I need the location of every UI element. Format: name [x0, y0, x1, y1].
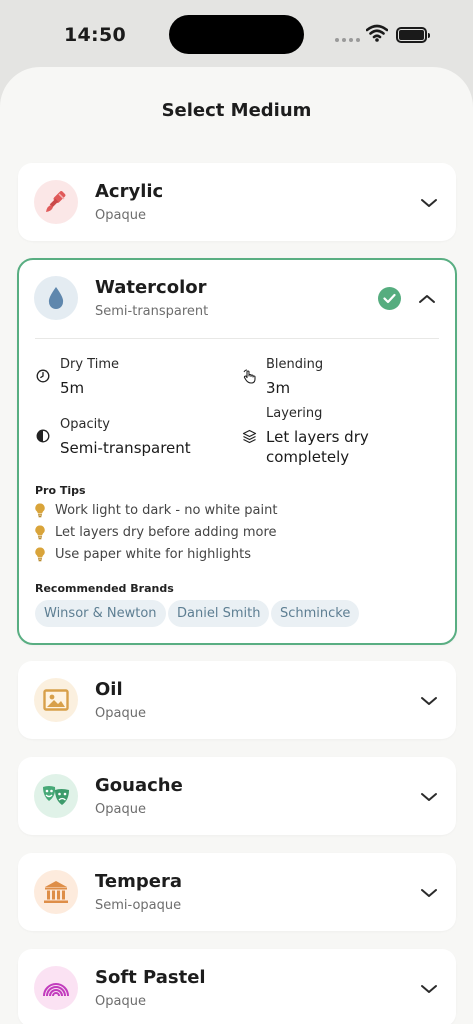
divider	[35, 338, 439, 339]
property-label: Opacity	[60, 417, 111, 432]
medium-card-gouache[interactable]: Gouache Opaque	[18, 757, 456, 835]
medium-subtitle: Opaque	[95, 706, 146, 721]
cellular-signal-icon	[335, 38, 360, 42]
blending-property: Blending 3m	[241, 357, 431, 401]
pro-tips-title: Pro Tips	[35, 484, 86, 497]
property-value: 3m	[266, 379, 291, 397]
layering-property: Layering Let layers dry completely	[241, 406, 431, 470]
sheet-title: Select Medium	[161, 100, 312, 121]
property-value: 5m	[60, 379, 85, 397]
status-bar: 14:50	[0, 0, 473, 70]
property-value: Let layers dry completely	[266, 428, 369, 466]
medium-card-watercolor[interactable]: Watercolor Semi-transparent Dry Time 5m …	[17, 258, 457, 645]
medium-card-tempera[interactable]: Tempera Semi-opaque	[18, 853, 456, 931]
lightbulb-icon	[35, 503, 45, 518]
chevron-down-icon[interactable]	[418, 882, 440, 904]
tip-text: Use paper white for highlights	[55, 547, 252, 562]
rainbow-icon	[34, 966, 78, 1010]
chevron-down-icon[interactable]	[418, 192, 440, 214]
theater-masks-icon	[34, 774, 78, 818]
chevron-up-icon[interactable]	[416, 288, 438, 310]
medium-name: Tempera	[95, 871, 182, 892]
medium-subtitle: Opaque	[95, 802, 146, 817]
property-label: Blending	[266, 357, 324, 372]
medium-subtitle: Semi-opaque	[95, 898, 182, 913]
medium-subtitle: Semi-transparent	[95, 304, 209, 319]
chevron-down-icon[interactable]	[418, 978, 440, 1000]
brand-chip[interactable]: Winsor & Newton	[35, 600, 166, 627]
medium-picker-sheet: Select Medium Acrylic Opaque Watercolor …	[0, 67, 473, 1024]
property-label: Dry Time	[60, 357, 119, 372]
clock-icon	[35, 368, 51, 384]
paintbrush-icon	[34, 180, 78, 224]
brand-chip[interactable]: Schmincke	[271, 600, 360, 627]
medium-name: Gouache	[95, 775, 183, 796]
medium-subtitle: Opaque	[95, 994, 146, 1009]
picture-frame-icon	[34, 678, 78, 722]
tip-text: Let layers dry before adding more	[55, 525, 277, 540]
dynamic-island	[169, 15, 304, 54]
classical-building-icon	[34, 870, 78, 914]
medium-card-oil[interactable]: Oil Opaque	[18, 661, 456, 739]
chevron-down-icon[interactable]	[418, 690, 440, 712]
status-time: 14:50	[64, 24, 126, 46]
hand-pointer-icon	[241, 368, 257, 384]
medium-name: Soft Pastel	[95, 967, 206, 988]
lightbulb-icon	[35, 547, 45, 562]
medium-subtitle: Opaque	[95, 208, 146, 223]
medium-name: Oil	[95, 679, 123, 700]
lightbulb-icon	[35, 525, 45, 540]
medium-card-soft-pastel[interactable]: Soft Pastel Opaque	[18, 949, 456, 1024]
property-label: Layering	[266, 406, 323, 421]
recommended-brands-title: Recommended Brands	[35, 582, 174, 595]
dry-time-property: Dry Time 5m	[35, 357, 225, 401]
layers-icon	[241, 428, 257, 444]
battery-icon	[396, 27, 430, 43]
half-circle-contrast-icon	[35, 428, 51, 444]
selected-check-icon	[378, 287, 401, 310]
wifi-icon	[366, 24, 388, 42]
tip-text: Work light to dark - no white paint	[55, 503, 278, 518]
water-drop-icon	[34, 276, 78, 320]
medium-card-acrylic[interactable]: Acrylic Opaque	[18, 163, 456, 241]
medium-name: Watercolor	[95, 277, 207, 298]
property-value: Semi-transparent	[60, 439, 191, 457]
opacity-property: Opacity Semi-transparent	[35, 417, 225, 461]
brand-chip[interactable]: Daniel Smith	[168, 600, 270, 627]
chevron-down-icon[interactable]	[418, 786, 440, 808]
medium-name: Acrylic	[95, 181, 164, 202]
